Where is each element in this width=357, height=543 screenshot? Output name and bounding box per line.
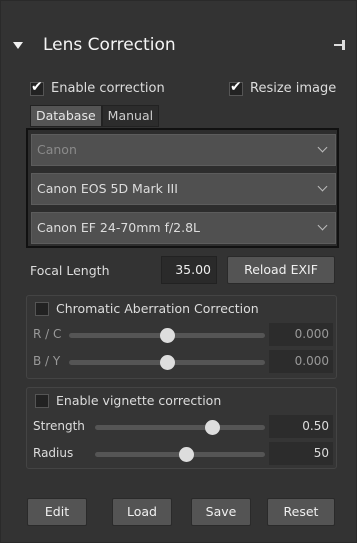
rc-value[interactable]: 0.000 xyxy=(269,323,333,346)
camera-model-value: Canon EOS 5D Mark III xyxy=(37,181,178,196)
chevron-down-icon xyxy=(318,222,328,232)
lens-select[interactable]: Canon EF 24-70mm f/2.8L xyxy=(31,212,336,244)
vignette-option[interactable]: Enable vignette correction xyxy=(35,392,221,408)
rc-slider-thumb[interactable] xyxy=(160,328,175,343)
tab-database[interactable]: Database xyxy=(30,105,102,127)
reset-button[interactable]: Reset xyxy=(267,498,335,526)
chevron-down-icon xyxy=(318,183,328,193)
edit-button[interactable]: Edit xyxy=(27,498,87,526)
enable-correction-option[interactable]: Enable correction xyxy=(30,79,165,96)
chevron-down-icon xyxy=(318,144,328,154)
vignette-checkbox[interactable] xyxy=(35,393,49,408)
camera-model-select[interactable]: Canon EOS 5D Mark III xyxy=(31,173,336,205)
panel-header[interactable]: Lens Correction xyxy=(1,27,357,67)
strength-label: Strength xyxy=(33,419,85,433)
by-value[interactable]: 0.000 xyxy=(269,350,333,373)
focal-length-input[interactable]: 35.00 xyxy=(161,256,217,284)
strength-value[interactable]: 0.50 xyxy=(269,415,333,438)
pin-icon[interactable] xyxy=(334,39,348,51)
chromatic-aberration-label: Chromatic Aberration Correction xyxy=(56,301,259,316)
lens-value: Canon EF 24-70mm f/2.8L xyxy=(37,220,201,235)
resize-image-checkbox[interactable] xyxy=(229,79,243,96)
database-box: Canon Canon EOS 5D Mark III Canon EF 24-… xyxy=(26,128,339,248)
chromatic-aberration-checkbox[interactable] xyxy=(35,301,49,316)
vignette-label: Enable vignette correction xyxy=(56,393,222,408)
enable-correction-label: Enable correction xyxy=(51,81,165,96)
radius-value[interactable]: 50 xyxy=(269,442,333,465)
resize-image-option[interactable]: Resize image xyxy=(229,79,337,96)
lens-correction-panel: Lens Correction Enable correction Resize… xyxy=(0,0,357,543)
by-slider-thumb[interactable] xyxy=(160,355,175,370)
strength-slider-track[interactable] xyxy=(95,425,265,430)
by-label: B / Y xyxy=(33,354,61,368)
save-button[interactable]: Save xyxy=(191,498,251,526)
by-slider-row: B / Y 0.000 xyxy=(33,350,333,374)
rc-slider-row: R / C 0.000 xyxy=(33,323,333,347)
resize-image-label: Resize image xyxy=(250,81,337,96)
radius-slider-row: Radius 50 xyxy=(33,442,333,466)
reload-exif-button[interactable]: Reload EXIF xyxy=(227,256,335,284)
tab-manual[interactable]: Manual xyxy=(101,105,160,127)
mode-tabs: Database Manual xyxy=(30,105,160,127)
strength-slider-row: Strength 0.50 xyxy=(33,415,333,439)
load-button[interactable]: Load xyxy=(112,498,172,526)
chromatic-aberration-group: Chromatic Aberration Correction R / C 0.… xyxy=(26,295,337,379)
panel-title: Lens Correction xyxy=(43,35,176,55)
camera-make-value: Canon xyxy=(37,142,77,157)
collapse-arrow-icon[interactable] xyxy=(13,42,23,49)
vignette-group: Enable vignette correction Strength 0.50… xyxy=(26,387,337,469)
camera-make-select[interactable]: Canon xyxy=(31,134,336,166)
focal-length-label: Focal Length xyxy=(30,263,110,278)
chromatic-aberration-option[interactable]: Chromatic Aberration Correction xyxy=(35,300,259,316)
radius-slider-thumb[interactable] xyxy=(179,447,194,462)
enable-correction-checkbox[interactable] xyxy=(30,79,44,96)
radius-label: Radius xyxy=(33,446,74,460)
rc-label: R / C xyxy=(33,327,62,341)
strength-slider-thumb[interactable] xyxy=(205,420,220,435)
